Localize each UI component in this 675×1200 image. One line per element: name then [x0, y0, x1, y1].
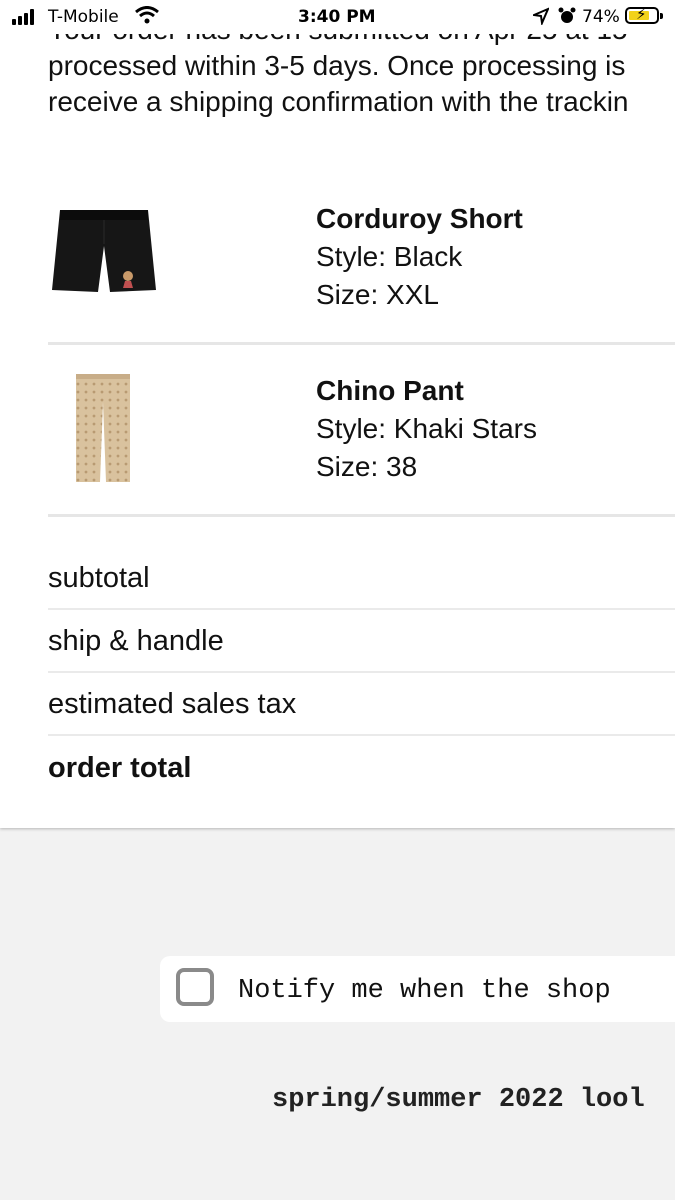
order-confirmation-card: Your order has been submitted on Apr 25 …: [0, 0, 675, 828]
lookbook-link[interactable]: spring/summer 2022 lool: [272, 1085, 645, 1115]
notify-checkbox[interactable]: [176, 968, 214, 1006]
notify-label[interactable]: Notify me when the shop: [238, 976, 611, 1006]
battery-charging-icon: ⚡: [625, 6, 659, 24]
item-size: Size: 38: [316, 451, 418, 482]
item-name: Chino Pant: [316, 375, 464, 406]
clock: 3:40 PM: [298, 7, 376, 27]
order-total-label: order total: [48, 752, 192, 784]
status-bar: T-Mobile 3:40 PM 74% ⚡: [0, 0, 675, 34]
wifi-icon: [135, 6, 159, 29]
subtotal-row: subtotal: [48, 548, 675, 610]
ship-handle-label: ship & handle: [48, 625, 224, 657]
item-style: Style: Khaki Stars: [316, 413, 537, 444]
black-corduroy-shorts-thumbnail: [48, 206, 160, 303]
sales-tax-label: estimated sales tax: [48, 688, 297, 720]
khaki-stars-chino-pant-thumbnail: [74, 372, 132, 489]
carrier-name: T-Mobile: [48, 7, 119, 27]
intro-line: processed within 3-5 days. Once processi…: [48, 50, 626, 81]
location-arrow-icon: [530, 7, 550, 30]
notify-checkbox-row[interactable]: Notify me when the shop: [160, 956, 675, 1022]
item-style: Style: Black: [316, 241, 463, 272]
subtotal-label: subtotal: [48, 562, 150, 594]
item-size: Size: XXL: [316, 279, 439, 310]
order-item-corduroy-short: Corduroy Short Style: Black Size: XXL: [48, 172, 675, 345]
battery-percent: 74%: [582, 7, 620, 27]
sales-tax-row: estimated sales tax: [48, 674, 675, 736]
item-name: Corduroy Short: [316, 203, 523, 234]
order-item-chino-pant: Chino Pant Style: Khaki Stars Size: 38: [48, 344, 675, 517]
intro-line: receive a shipping confirmation with the…: [48, 86, 629, 117]
alarm-icon: [558, 7, 576, 30]
ship-handle-row: ship & handle: [48, 611, 675, 673]
order-total-row: order total: [48, 738, 675, 798]
